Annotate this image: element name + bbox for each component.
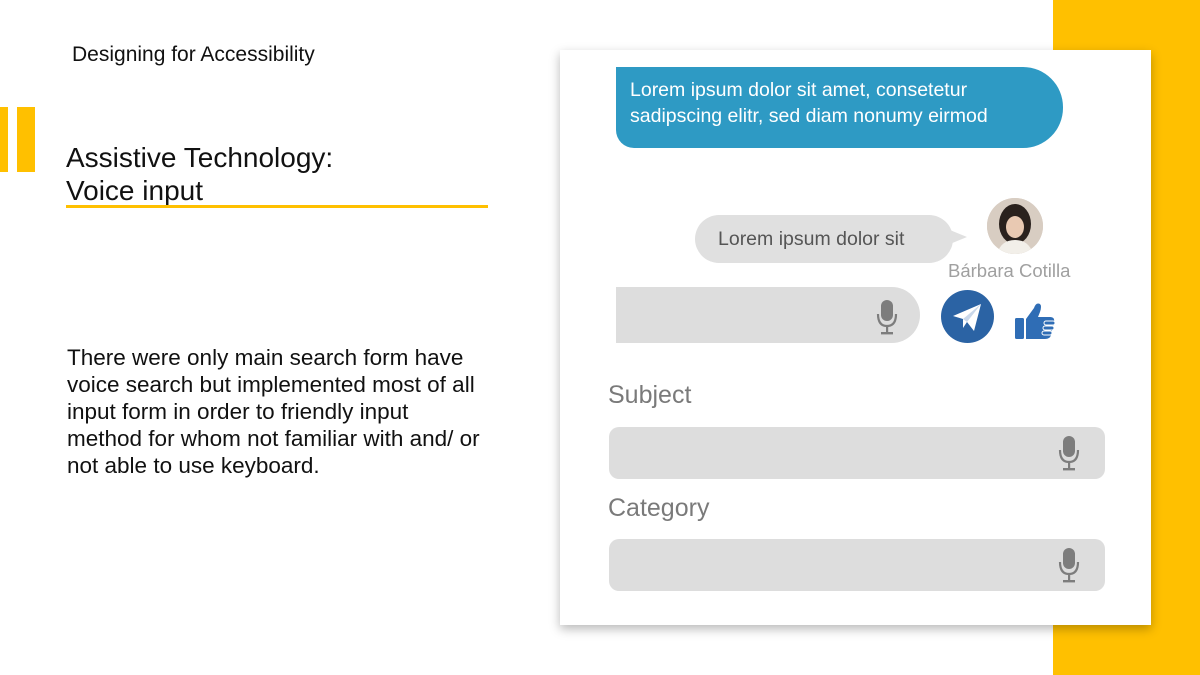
microphone-icon[interactable] (876, 299, 898, 335)
heading-line-1: Assistive Technology: (66, 142, 334, 173)
slide-heading: Assistive Technology: Voice input (66, 141, 333, 207)
subject-field[interactable] (609, 427, 1105, 479)
paper-plane-icon (953, 304, 981, 331)
outgoing-message-bubble: Lorem ipsum dolor sit amet, consetetur s… (616, 67, 1063, 148)
sender-name: Bárbara Cotilla (948, 260, 1071, 281)
avatar-portrait-icon (987, 198, 1043, 254)
heading-underline (66, 205, 488, 208)
incoming-message-bubble: Lorem ipsum dolor sit (695, 215, 953, 263)
subject-label: Subject (608, 381, 692, 409)
subject-microphone-icon[interactable] (1058, 435, 1080, 471)
message-input[interactable] (616, 287, 920, 343)
category-field[interactable] (609, 539, 1105, 591)
heading-line-2: Voice input (66, 175, 203, 206)
send-button[interactable] (941, 290, 994, 343)
category-microphone-icon[interactable] (1058, 547, 1080, 583)
body-paragraph: There were only main search form have vo… (67, 345, 480, 478)
deck-title: Designing for Accessibility (72, 43, 315, 66)
category-label: Category (608, 494, 710, 522)
avatar[interactable] (987, 198, 1043, 254)
like-button[interactable] (1013, 298, 1057, 342)
incoming-bubble-tail (945, 228, 967, 246)
thumbs-up-icon (1015, 303, 1056, 339)
